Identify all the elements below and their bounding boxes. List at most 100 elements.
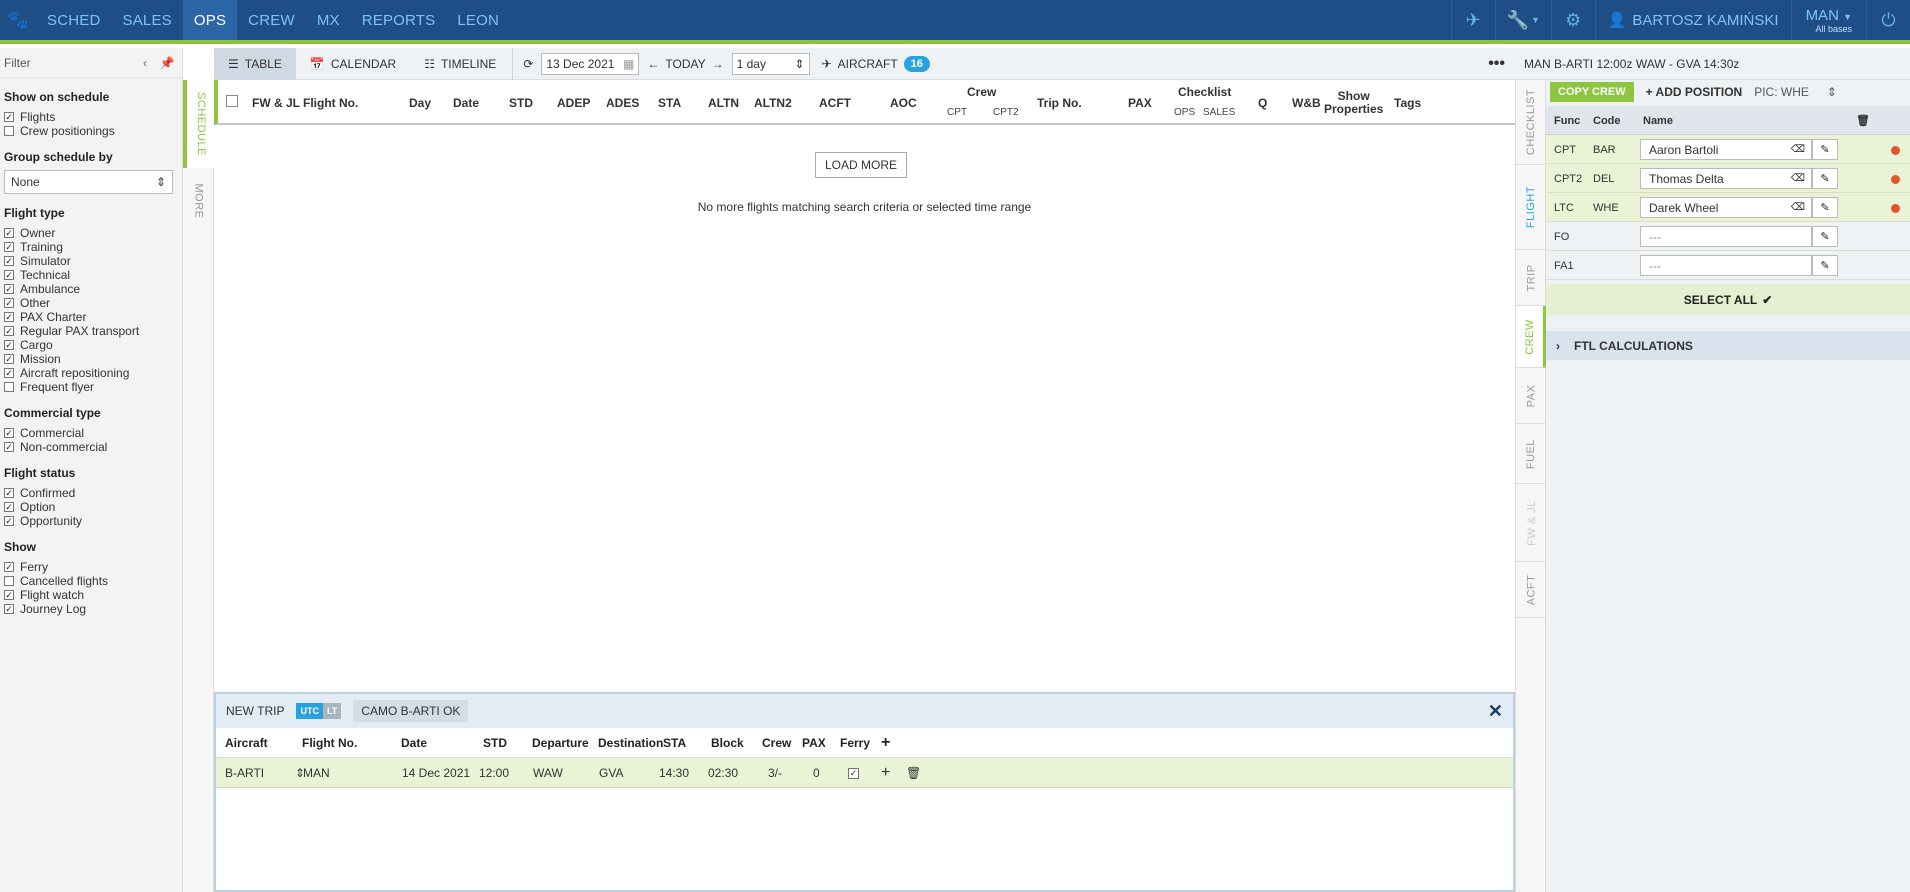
- checkbox-non-commercial[interactable]: ✓ Non-commercial: [4, 440, 178, 454]
- nt-date[interactable]: 14 Dec 2021: [402, 758, 470, 788]
- clear-icon[interactable]: ⌫: [1791, 144, 1805, 155]
- load-more-button[interactable]: LOAD MORE: [815, 152, 908, 178]
- collapse-chevron-icon[interactable]: ‹: [134, 56, 156, 70]
- paw-icon[interactable]: 🐾: [0, 0, 36, 40]
- tab-flight[interactable]: FLIGHT: [1516, 165, 1547, 250]
- view-table-button[interactable]: ☰ TABLE: [214, 47, 296, 80]
- tab-crew[interactable]: CREW: [1516, 306, 1547, 368]
- view-timeline-button[interactable]: ☷ TIMELINE: [410, 48, 510, 80]
- arrow-right-icon[interactable]: →: [712, 57, 724, 71]
- checkbox-aircraft-repositioning[interactable]: ✓ Aircraft repositioning: [4, 366, 178, 380]
- col-ades[interactable]: ADES: [606, 80, 639, 125]
- arrow-left-icon[interactable]: ←: [647, 57, 659, 71]
- col-acft[interactable]: ACFT: [819, 80, 851, 125]
- tab-acft[interactable]: ACFT: [1516, 562, 1547, 618]
- tab-schedule[interactable]: SCHEDULE: [183, 80, 214, 168]
- col-altn2[interactable]: ALTN2: [754, 80, 792, 125]
- checkbox-journey-log[interactable]: ✓ Journey Log: [4, 602, 178, 616]
- nt-destination[interactable]: GVA: [599, 758, 623, 788]
- col-q[interactable]: Q: [1258, 80, 1267, 125]
- clear-icon[interactable]: ⌫: [1791, 202, 1805, 213]
- edit-pencil-icon[interactable]: ✎: [1812, 255, 1838, 276]
- tab-trip[interactable]: TRIP: [1516, 250, 1547, 306]
- col-day[interactable]: Day: [409, 80, 431, 125]
- edit-pencil-icon[interactable]: ✎: [1812, 168, 1838, 189]
- more-options-icon[interactable]: •••: [1488, 55, 1515, 73]
- wrench-icon[interactable]: 🔧 ▼: [1494, 0, 1551, 40]
- utc-toggle[interactable]: UTC: [296, 703, 323, 719]
- nt-ferry-checkbox[interactable]: ✓: [848, 758, 859, 788]
- pic-select[interactable]: PIC: WHE ⇕: [1754, 85, 1837, 99]
- aircraft-filter[interactable]: ✈ AIRCRAFT 16: [810, 48, 942, 80]
- checkbox-regular-pax[interactable]: ✓ Regular PAX transport: [4, 324, 178, 338]
- lt-toggle[interactable]: LT: [322, 703, 342, 719]
- nt-std[interactable]: 12:00: [479, 758, 509, 788]
- tab-pax[interactable]: PAX: [1516, 368, 1547, 424]
- checkbox-cargo[interactable]: ✓ Cargo: [4, 338, 178, 352]
- crew-name-field[interactable]: ---: [1640, 255, 1812, 276]
- checkbox-ambulance[interactable]: ✓ Ambulance: [4, 282, 178, 296]
- crew-name-field[interactable]: Darek Wheel ⌫: [1640, 197, 1812, 218]
- range-select[interactable]: 1 day ⇕: [731, 52, 810, 75]
- crew-name-field[interactable]: ---: [1640, 226, 1812, 247]
- add-leg-plus-icon[interactable]: +: [881, 728, 890, 758]
- ftl-calculations-toggle[interactable]: › FTL CALCULATIONS: [1546, 331, 1910, 360]
- select-all-checkbox[interactable]: [226, 95, 238, 107]
- nav-crew[interactable]: CREW: [237, 0, 306, 40]
- nav-mx[interactable]: MX: [306, 0, 351, 40]
- crew-name-field[interactable]: Aaron Bartoli ⌫: [1640, 139, 1812, 160]
- close-icon[interactable]: ✕: [1488, 701, 1503, 722]
- col-trip-no[interactable]: Trip No.: [1037, 80, 1082, 125]
- checkbox-training[interactable]: ✓ Training: [4, 240, 178, 254]
- group-schedule-select[interactable]: None ⇕: [4, 170, 173, 194]
- edit-pencil-icon[interactable]: ✎: [1812, 197, 1838, 218]
- new-trip-leg-row[interactable]: B-ARTI ⇕ MAN 14 Dec 2021 12:00 WAW GVA 14…: [216, 758, 1513, 788]
- checkbox-other[interactable]: ✓ Other: [4, 296, 178, 310]
- tab-checklist[interactable]: CHECKLIST: [1516, 80, 1547, 165]
- col-fw-jl[interactable]: FW & JL: [252, 80, 300, 125]
- checkbox-confirmed[interactable]: ✓ Confirmed: [4, 486, 178, 500]
- edit-pencil-icon[interactable]: ✎: [1812, 139, 1838, 160]
- nt-pax[interactable]: 0: [813, 758, 820, 788]
- nav-ops[interactable]: OPS: [182, 0, 238, 40]
- time-mode-toggle[interactable]: UTC LT: [296, 703, 342, 719]
- power-icon[interactable]: ⏻: [1866, 0, 1910, 40]
- nt-aircraft-select[interactable]: B-ARTI ⇕: [225, 758, 305, 788]
- tab-fuel[interactable]: FUEL: [1516, 424, 1547, 484]
- crew-name-field[interactable]: Thomas Delta ⌫: [1640, 168, 1812, 189]
- clear-icon[interactable]: ⌫: [1791, 173, 1805, 184]
- select-all-button[interactable]: SELECT ALL ✔: [1546, 284, 1910, 315]
- view-calendar-button[interactable]: 📅 CALENDAR: [296, 48, 410, 80]
- checkbox-cancelled-flights[interactable]: Cancelled flights: [4, 574, 178, 588]
- col-altn[interactable]: ALTN: [708, 80, 739, 125]
- copy-crew-button[interactable]: COPY CREW: [1550, 82, 1634, 102]
- checkbox-option[interactable]: ✓ Option: [4, 500, 178, 514]
- add-row-plus-icon[interactable]: +: [881, 758, 890, 788]
- col-date[interactable]: Date: [453, 80, 479, 125]
- checkbox-flight-watch[interactable]: ✓ Flight watch: [4, 588, 178, 602]
- col-show-properties[interactable]: Show Properties: [1324, 80, 1383, 125]
- checkbox-simulator[interactable]: ✓ Simulator: [4, 254, 178, 268]
- gear-icon[interactable]: ⚙: [1550, 0, 1595, 40]
- col-checklist-ops[interactable]: OPS: [1174, 107, 1195, 118]
- checkbox-opportunity[interactable]: ✓ Opportunity: [4, 514, 178, 528]
- today-nav[interactable]: ← TODAY →: [639, 48, 731, 80]
- nav-reports[interactable]: REPORTS: [351, 0, 447, 40]
- checkbox-crew-positionings[interactable]: Crew positionings: [4, 124, 178, 138]
- refresh-icon[interactable]: ⟳: [515, 48, 541, 80]
- nt-departure[interactable]: WAW: [533, 758, 563, 788]
- col-pax[interactable]: PAX: [1128, 80, 1152, 125]
- col-tags[interactable]: Tags: [1394, 80, 1421, 125]
- plane-icon[interactable]: ✈: [1450, 0, 1495, 40]
- checkbox-technical[interactable]: ✓ Technical: [4, 268, 178, 282]
- tab-more[interactable]: MORE: [183, 168, 214, 234]
- edit-pencil-icon[interactable]: ✎: [1812, 226, 1838, 247]
- pin-icon[interactable]: 📌: [156, 56, 178, 70]
- base-selector[interactable]: MAN ▼ All bases: [1790, 0, 1866, 40]
- trash-icon[interactable]: 🗑: [906, 758, 921, 788]
- user-menu[interactable]: 👤 BARTOSZ KAMIŃSKI: [1594, 0, 1791, 40]
- checkbox-owner[interactable]: ✓ Owner: [4, 226, 178, 240]
- col-adep[interactable]: ADEP: [557, 80, 590, 125]
- checkbox-commercial[interactable]: ✓ Commercial: [4, 426, 178, 440]
- checkbox-flights[interactable]: ✓ Flights: [4, 110, 178, 124]
